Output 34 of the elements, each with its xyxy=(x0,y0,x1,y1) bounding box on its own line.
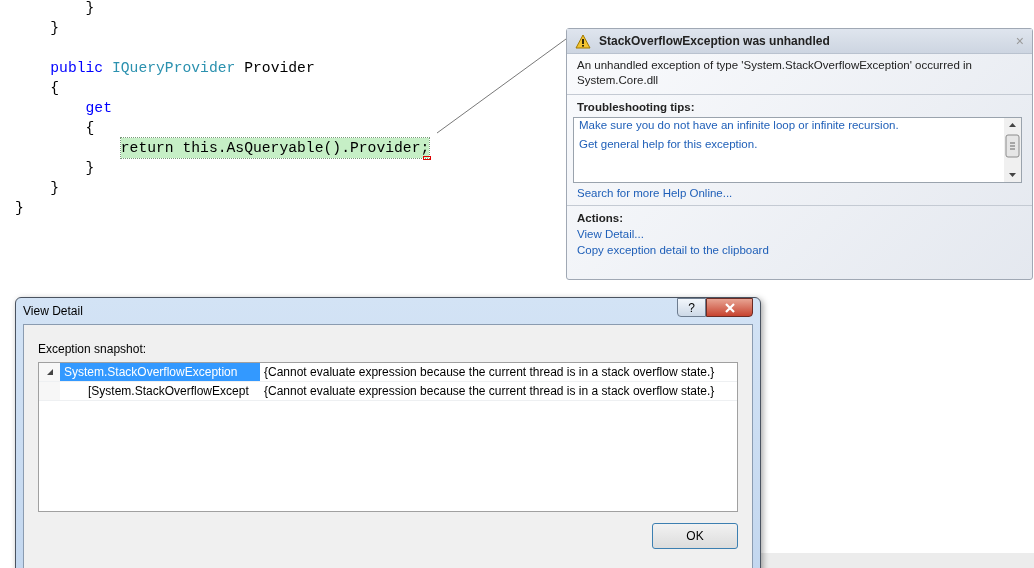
code-text: public xyxy=(49,59,105,78)
search-help-link[interactable]: Search for more Help Online... xyxy=(577,187,1022,199)
help-button[interactable]: ? xyxy=(677,298,706,317)
code-text: } xyxy=(84,0,95,18)
code-text: IQueryProvider xyxy=(111,59,236,78)
ok-button[interactable]: OK xyxy=(652,523,738,549)
expander-icon[interactable] xyxy=(45,368,54,376)
tip-link[interactable]: Get general help for this exception. xyxy=(579,138,999,150)
action-link[interactable]: View Detail... xyxy=(577,228,1022,240)
window-title: View Detail xyxy=(23,304,83,318)
tree-item[interactable]: [System.StackOverflowExcept xyxy=(60,382,260,400)
exception-message: An unhandled exception of type 'System.StackOverflowException' occurred in System.Core.dll xyxy=(577,58,973,88)
popup-title: StackOverflowException was unhandled xyxy=(599,34,831,48)
warning-icon xyxy=(575,33,591,49)
value-cell-text: {Cannot evaluate expression because the current thread is in a stack overflow state.} xyxy=(263,384,715,398)
snapshot-label: Exception snapshot: xyxy=(38,342,148,356)
code-text: } xyxy=(49,19,60,38)
code-text: } xyxy=(49,179,60,198)
section-heading: Troubleshooting tips: xyxy=(577,101,696,113)
value-cell-text: {Cannot evaluate expression because the current thread is in a stack overflow state.} xyxy=(263,365,715,379)
code-text: } xyxy=(15,199,24,218)
scrollbar-icon[interactable] xyxy=(1004,118,1021,182)
highlighted-statement: return this.AsQueryable().Provider; xyxy=(120,138,430,158)
section-heading: Actions: xyxy=(577,212,624,224)
tip-link[interactable]: Make sure you do not have an infinite loop or infinite recursion. xyxy=(579,119,999,131)
code-text: { xyxy=(49,79,60,98)
close-button[interactable] xyxy=(706,298,753,317)
action-link[interactable]: Copy exception detail to the clipboard xyxy=(577,244,1022,256)
error-marker-icon xyxy=(423,156,432,160)
code-text: Provider xyxy=(243,59,315,78)
code-text: } xyxy=(84,159,95,178)
code-text: get xyxy=(84,99,112,118)
code-text: { xyxy=(84,119,95,138)
close-icon xyxy=(723,302,736,313)
